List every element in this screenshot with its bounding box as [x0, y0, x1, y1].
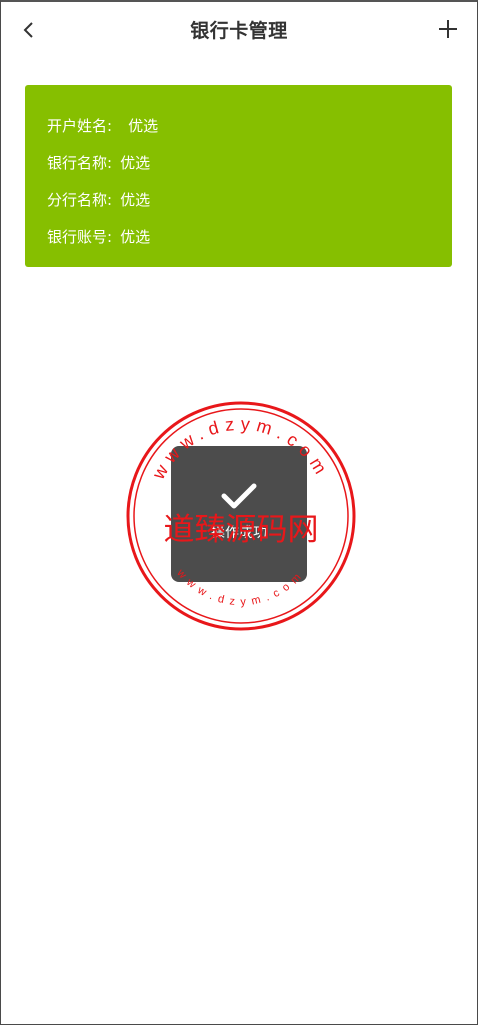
- branch-name-label: 分行名称:: [47, 191, 113, 209]
- add-card-button[interactable]: [433, 14, 463, 44]
- bank-card[interactable]: 开户姓名: 优选 银行名称: 优选 分行名称: 优选 银行账号: 优选: [25, 85, 452, 267]
- bank-name-value: 优选: [120, 154, 151, 172]
- toast-message: 操作成功: [211, 525, 267, 541]
- nav-bar: 银行卡管理: [1, 2, 477, 58]
- page-title: 银行卡管理: [190, 20, 288, 42]
- account-name-label: 开户姓名:: [47, 117, 113, 135]
- bank-name-row: 银行名称: 优选: [47, 144, 430, 181]
- plus-icon: [439, 20, 457, 38]
- account-number-row: 银行账号: 优选: [47, 218, 430, 255]
- bank-name-label: 银行名称:: [47, 154, 113, 172]
- branch-name-value: 优选: [120, 191, 151, 209]
- account-number-value: 优选: [120, 228, 151, 246]
- check-icon: [221, 483, 257, 509]
- success-toast: 操作成功: [171, 446, 307, 582]
- account-name-row: 开户姓名: 优选: [47, 107, 430, 144]
- account-name-value: 优选: [128, 117, 159, 135]
- account-number-label: 银行账号:: [47, 228, 113, 246]
- branch-name-row: 分行名称: 优选: [47, 181, 430, 218]
- phone-screen: 银行卡管理 开户姓名: 优选 银行名称: 优选 分行名称: 优选 银行账号: 优…: [0, 0, 478, 1025]
